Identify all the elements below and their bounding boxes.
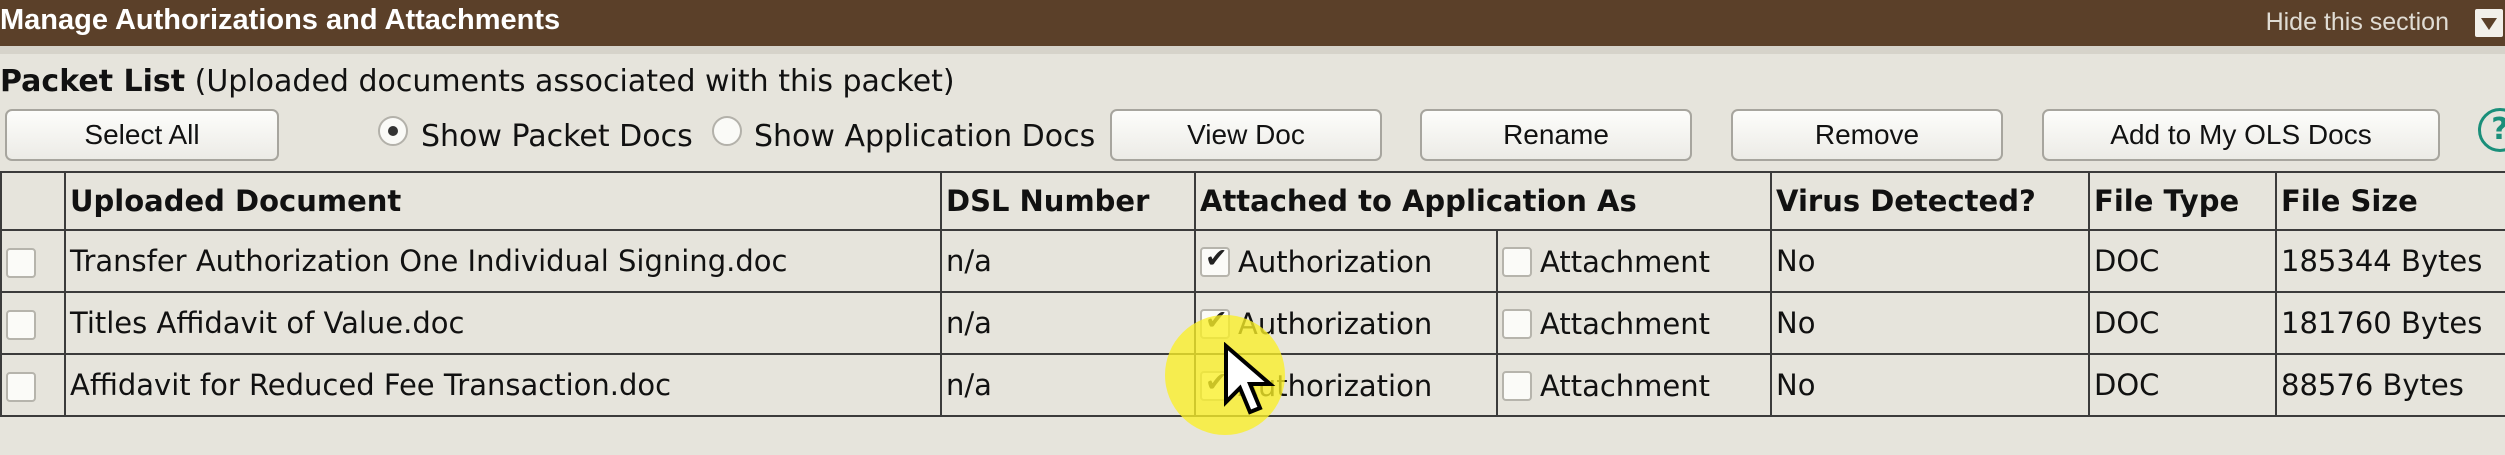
table-header-row: Uploaded Document DSL Number Attached to… <box>0 171 2505 231</box>
uploaded-document-header: Uploaded Document <box>64 171 942 231</box>
document-name: Affidavit for Reduced Fee Transaction.do… <box>64 353 942 417</box>
authorization-cell: Authorization <box>1194 229 1498 293</box>
attachment-checkbox[interactable] <box>1502 309 1532 339</box>
virus-detected: No <box>1770 291 2091 355</box>
show-application-docs-radio[interactable] <box>712 116 742 146</box>
section-title: Manage Authorizations and Attachments <box>0 4 561 36</box>
authorization-checkbox[interactable] <box>1200 243 1230 277</box>
file-type: DOC <box>2088 291 2278 355</box>
file-size: 88576 Bytes <box>2275 353 2505 417</box>
virus-detected: No <box>1770 229 2091 293</box>
show-packet-docs-label: Show Packet Docs <box>421 119 693 154</box>
authorization-label: Authorization <box>1238 245 1433 279</box>
dsl-number: n/a <box>940 229 1196 293</box>
rename-button[interactable]: Rename <box>1420 109 1692 161</box>
attachment-cell: Attachment <box>1495 229 1773 293</box>
file-size: 185344 Bytes <box>2275 229 2505 293</box>
header-divider <box>0 46 2505 54</box>
virus-detected-header: Virus Detected? <box>1770 171 2091 231</box>
dsl-number: n/a <box>940 353 1196 417</box>
row-select-cell <box>0 291 66 355</box>
dsl-number-header: DSL Number <box>940 171 1196 231</box>
attachment-label: Attachment <box>1540 369 1711 403</box>
view-doc-button[interactable]: View Doc <box>1110 109 1382 161</box>
packet-list-title: Packet List <box>0 64 186 99</box>
select-all-button[interactable]: Select All <box>5 109 279 161</box>
attachment-label: Attachment <box>1540 245 1711 279</box>
row-select-cell <box>0 353 66 417</box>
row-select-cell <box>0 229 66 293</box>
file-type: DOC <box>2088 353 2278 417</box>
show-packet-docs-radio[interactable] <box>378 116 408 146</box>
row-select-checkbox[interactable] <box>6 310 36 340</box>
attachment-checkbox[interactable] <box>1502 371 1532 401</box>
attachment-cell: Attachment <box>1495 353 1773 417</box>
dsl-number: n/a <box>940 291 1196 355</box>
file-size-header: File Size <box>2275 171 2505 231</box>
file-type: DOC <box>2088 229 2278 293</box>
select-column-header <box>0 171 66 231</box>
show-application-docs-label: Show Application Docs <box>754 119 1096 154</box>
section-header: Manage Authorizations and Attachments Hi… <box>0 0 2505 46</box>
table-row[interactable]: Transfer Authorization One Individual Si… <box>0 229 2505 293</box>
document-name: Titles Affidavit of Value.doc <box>64 291 942 355</box>
packet-list-subtitle: (Uploaded documents associated with this… <box>185 64 955 99</box>
attachment-label: Attachment <box>1540 307 1711 341</box>
mouse-pointer-icon <box>1224 342 1276 415</box>
attachment-cell: Attachment <box>1495 291 1773 355</box>
row-select-checkbox[interactable] <box>6 248 36 278</box>
help-icon[interactable]: ? <box>2478 108 2505 152</box>
hide-section-link[interactable]: Hide this section <box>2266 8 2449 37</box>
attached-as-header: Attached to Application As <box>1193 171 1773 231</box>
row-select-checkbox[interactable] <box>6 372 36 402</box>
collapse-icon[interactable] <box>2475 9 2503 37</box>
file-type-header: File Type <box>2088 171 2278 231</box>
document-name: Transfer Authorization One Individual Si… <box>64 229 942 293</box>
virus-detected: No <box>1770 353 2091 417</box>
file-size: 181760 Bytes <box>2275 291 2505 355</box>
attachment-checkbox[interactable] <box>1502 247 1532 277</box>
add-to-my-ols-docs-button[interactable]: Add to My OLS Docs <box>2042 109 2440 161</box>
remove-button[interactable]: Remove <box>1731 109 2003 161</box>
packet-list-heading: Packet List (Uploaded documents associat… <box>0 64 955 99</box>
